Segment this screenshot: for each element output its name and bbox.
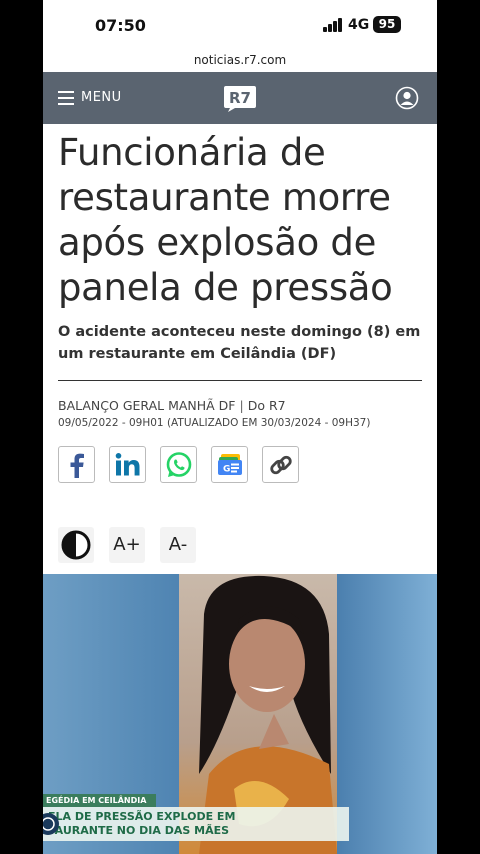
- video-chyron-tag: EGÉDIA EM CEILÂNDIA: [43, 794, 157, 807]
- article-source: BALANÇO GERAL MANHÃ DF | Do R7: [58, 398, 286, 413]
- battery-indicator: 95: [373, 16, 401, 33]
- whatsapp-icon: [166, 452, 192, 477]
- linkedin-icon: [115, 453, 140, 476]
- contrast-button[interactable]: [58, 527, 94, 563]
- r7-logo-text: R7: [229, 89, 251, 107]
- google-news-icon: G: [218, 454, 242, 475]
- video-headline-line1: ELA DE PRESSÃO EXPLODE EM: [48, 810, 236, 823]
- video-chyron: ELA DE PRESSÃO EXPLODE EM TAURANTE NO DI…: [43, 807, 349, 841]
- source-separator: |: [239, 398, 244, 413]
- r7-logo[interactable]: R7: [223, 84, 257, 112]
- decrease-font-button[interactable]: A-: [160, 527, 196, 563]
- article-title: Funcionária de restaurante morre após ex…: [58, 131, 393, 309]
- facebook-icon: [70, 453, 84, 478]
- article-dates: 09/05/2022 - 09H01 (ATUALIZADO EM 30/03/…: [58, 417, 371, 429]
- status-bar: 07:50 4G 95: [43, 0, 437, 46]
- share-whatsapp-button[interactable]: [160, 446, 197, 483]
- article-subtitle: O acidente aconteceu neste domingo (8) e…: [58, 324, 421, 362]
- copy-link-button[interactable]: [262, 446, 299, 483]
- author: Do R7: [247, 398, 286, 413]
- hamburger-menu-icon[interactable]: [58, 91, 74, 105]
- program-link[interactable]: BALANÇO GERAL MANHÃ DF: [58, 398, 236, 413]
- video-player[interactable]: EGÉDIA EM CEILÂNDIA ELA DE PRESSÃO EXPLO…: [43, 574, 437, 854]
- share-google-news-button[interactable]: G: [211, 446, 248, 483]
- channel-badge-icon: [43, 813, 59, 835]
- share-facebook-button[interactable]: [58, 446, 95, 483]
- svg-text:G: G: [223, 465, 230, 475]
- menu-label[interactable]: MENU: [81, 90, 122, 105]
- signal-icon: [323, 18, 343, 32]
- contrast-icon: [61, 530, 91, 560]
- link-icon: [270, 455, 292, 475]
- status-time: 07:50: [95, 16, 146, 35]
- increase-font-button[interactable]: A+: [109, 527, 145, 563]
- phone-screen: 07:50 4G 95 noticias.r7.com MENU R7 Func…: [43, 0, 437, 854]
- url-bar[interactable]: noticias.r7.com: [43, 48, 437, 72]
- video-background-right: [337, 574, 437, 854]
- share-linkedin-button[interactable]: [109, 446, 146, 483]
- user-account-icon[interactable]: [395, 86, 419, 110]
- site-header: MENU R7: [43, 72, 437, 124]
- video-headline-line2: TAURANTE NO DIA DAS MÃES: [48, 824, 230, 837]
- divider: [58, 380, 422, 381]
- network-type: 4G: [348, 17, 370, 33]
